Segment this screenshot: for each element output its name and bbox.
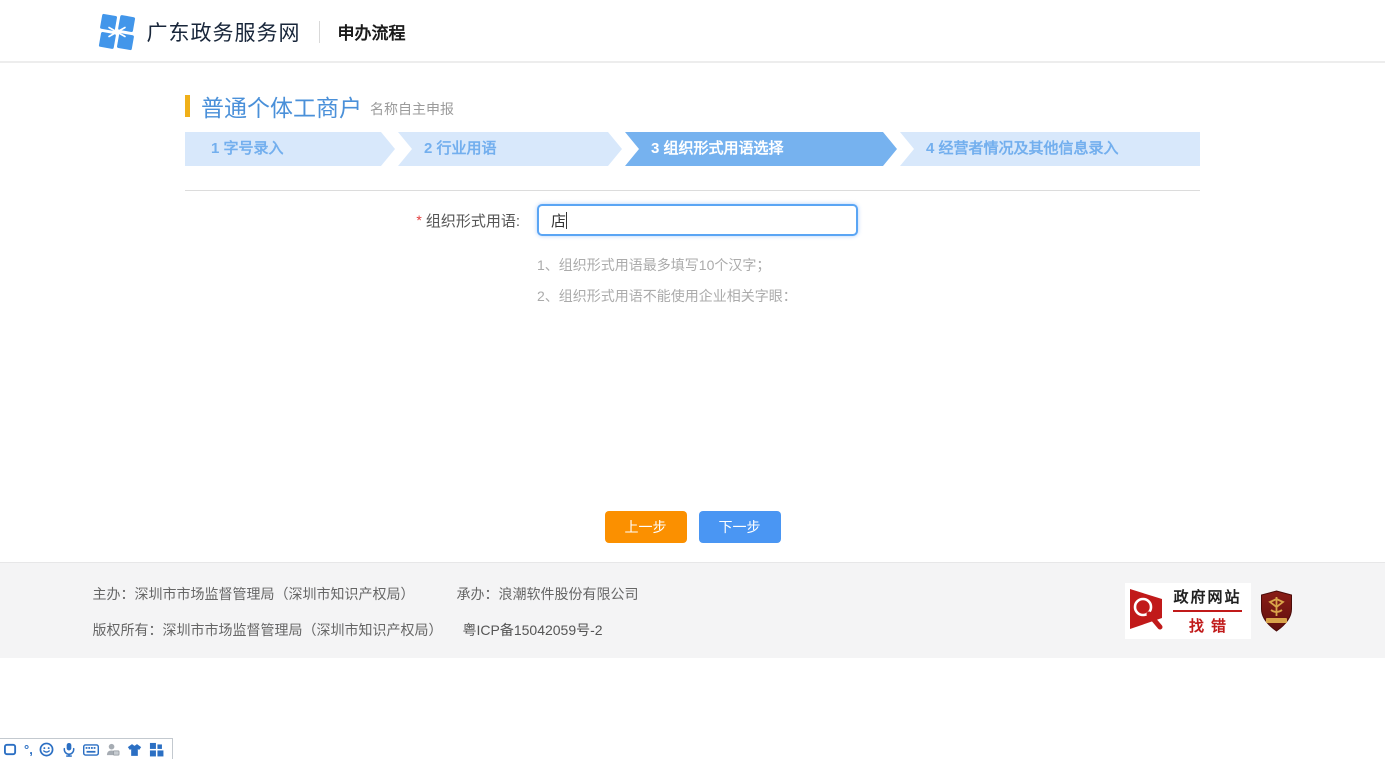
ime-toolbar: °, bbox=[0, 738, 173, 759]
section-divider bbox=[185, 190, 1200, 191]
hint-line-1: 1、组织形式用语最多填写10个汉字； bbox=[537, 255, 1200, 275]
hint-line-2: 2、组织形式用语不能使用企业相关字眼： bbox=[537, 286, 1200, 306]
footer: 主办：深圳市市场监督管理局（深圳市知识产权局） 承办：浪潮软件股份有限公司 版权所… bbox=[0, 562, 1385, 658]
wizard-actions: 上一步 下一步 bbox=[185, 511, 1200, 543]
next-step-button[interactable]: 下一步 bbox=[699, 511, 781, 543]
badge-top-text: 政府网站 bbox=[1173, 586, 1241, 607]
brand-title: 广东政务服务网 bbox=[147, 17, 301, 47]
form-label: * 组织形式用语: bbox=[185, 210, 537, 231]
ime-mode-icon[interactable] bbox=[2, 742, 18, 758]
step-3-zuzhixingshi: 3 组织形式用语选择 bbox=[625, 132, 897, 166]
certification-shield-badge[interactable] bbox=[1260, 590, 1293, 632]
ime-punctuation-icon[interactable]: °, bbox=[24, 743, 33, 757]
brand-home-link[interactable]: 广东政务服务网 bbox=[97, 12, 301, 52]
ime-account-icon[interactable] bbox=[105, 742, 121, 758]
icp-record-link[interactable]: 粤ICP备15042059号-2 bbox=[463, 622, 603, 638]
step-4-jingyingzhe: 4 经营者情况及其他信息录入 bbox=[900, 132, 1200, 166]
step-1-zihao: 1 字号录入 bbox=[185, 132, 395, 166]
page-subtitle: 名称自主申报 bbox=[370, 99, 454, 119]
header-divider bbox=[319, 21, 320, 43]
error-report-magnifier-icon bbox=[1129, 586, 1166, 636]
page-title: 普通个体工商户 bbox=[201, 89, 362, 123]
title-accent-bar bbox=[185, 95, 190, 117]
header: 广东政务服务网 申办流程 bbox=[0, 0, 1385, 63]
badge-divider bbox=[1173, 610, 1241, 612]
main-content: 普通个体工商户 名称自主申报 1 字号录入 2 行业用语 3 组织形式用语选择 … bbox=[185, 63, 1200, 562]
footer-copyright: 版权所有：深圳市市场监督管理局（深圳市知识产权局） bbox=[93, 622, 443, 638]
footer-line-1: 主办：深圳市市场监督管理局（深圳市知识产权局） 承办：浪潮软件股份有限公司 bbox=[93, 586, 639, 602]
footer-line-2: 版权所有：深圳市市场监督管理局（深圳市知识产权局） 粤ICP备15042059号-… bbox=[93, 622, 639, 638]
badge-bottom-text: 找错 bbox=[1173, 615, 1241, 636]
gov-website-error-report-badge[interactable]: 政府网站 找错 bbox=[1125, 583, 1250, 639]
ime-keyboard-icon[interactable] bbox=[83, 742, 99, 758]
ime-menu-icon[interactable] bbox=[149, 742, 165, 758]
required-asterisk: * bbox=[416, 212, 421, 228]
form-label-text: 组织形式用语: bbox=[426, 213, 520, 230]
step-progress-bar: 1 字号录入 2 行业用语 3 组织形式用语选择 4 经营者情况及其他信息录入 bbox=[185, 132, 1200, 166]
text-caret bbox=[566, 212, 567, 229]
ime-voice-icon[interactable] bbox=[61, 742, 77, 758]
ime-skin-icon[interactable] bbox=[127, 742, 143, 758]
pinwheel-logo-icon bbox=[97, 12, 137, 52]
footer-undertaker: 承办：浪潮软件股份有限公司 bbox=[457, 586, 639, 602]
organization-form-input[interactable] bbox=[537, 204, 858, 236]
form-row: * 组织形式用语: bbox=[185, 204, 1200, 236]
ime-emoji-icon[interactable] bbox=[39, 742, 55, 758]
step-2-hangye: 2 行业用语 bbox=[398, 132, 622, 166]
page-title-row: 普通个体工商户 名称自主申报 bbox=[185, 63, 1200, 123]
previous-step-button[interactable]: 上一步 bbox=[605, 511, 687, 543]
form-hints: 1、组织形式用语最多填写10个汉字； 2、组织形式用语不能使用企业相关字眼： bbox=[537, 255, 1200, 306]
nav-title: 申办流程 bbox=[338, 19, 406, 44]
footer-host: 主办：深圳市市场监督管理局（深圳市知识产权局） bbox=[93, 586, 415, 602]
